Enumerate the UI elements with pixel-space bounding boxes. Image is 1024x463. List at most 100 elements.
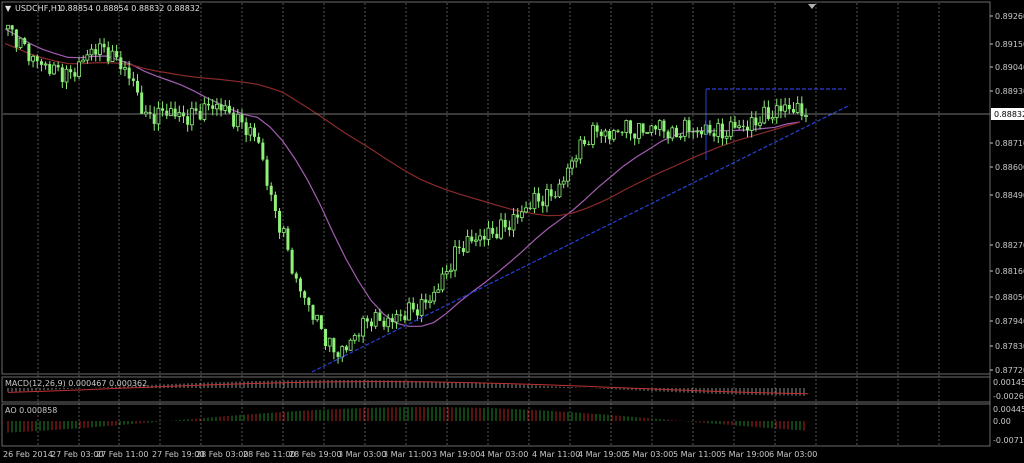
candle-body <box>561 180 566 185</box>
time-tick-label: 3 Mar 11:00 <box>383 450 431 459</box>
chart: 0.89260 0.89150 0.89040 0.88930 0.88710 0.886… <box>1 1 1024 459</box>
candle-body <box>27 44 31 62</box>
candle-body <box>361 317 366 337</box>
candle-body <box>253 127 257 137</box>
candle-body <box>69 69 73 73</box>
candle-body <box>177 112 182 117</box>
candle-body <box>257 136 261 143</box>
candle-body <box>670 127 675 139</box>
candle-body <box>708 124 712 134</box>
candle-body <box>465 236 470 253</box>
candle-body <box>324 328 328 347</box>
candle-body <box>700 130 704 135</box>
candle-body <box>365 318 369 322</box>
macd-panel-frame <box>1 376 991 403</box>
time-tick-label: 4 Mar 11:00 <box>532 450 580 459</box>
candle-body <box>307 297 311 306</box>
candle-body <box>10 25 14 30</box>
candle-body <box>194 108 198 111</box>
price-tick-label: 0.87830 <box>995 342 1024 351</box>
time-tick-label: 4 Mar 19:00 <box>578 450 626 459</box>
candle-body <box>14 29 18 48</box>
candle-body <box>6 24 10 30</box>
candle-body <box>728 121 733 137</box>
shift-marker-icon[interactable] <box>808 4 816 9</box>
candle-body <box>524 207 528 213</box>
candle-body <box>486 227 491 240</box>
candle-body <box>369 321 373 327</box>
candle-body <box>624 120 629 133</box>
candle-body <box>382 320 386 327</box>
candle-body <box>399 314 403 316</box>
candle-body <box>39 61 43 65</box>
candle-body <box>386 317 391 328</box>
candle-body <box>603 130 608 137</box>
candle-body <box>779 105 783 112</box>
candle-body <box>666 131 670 139</box>
candle-body <box>532 192 537 210</box>
price-tick-label: 0.88710 <box>995 139 1024 148</box>
candle-body <box>136 80 140 93</box>
candle-body <box>169 108 173 117</box>
candle-body <box>762 106 767 124</box>
candle-body <box>682 119 687 137</box>
candle-body <box>616 130 620 133</box>
candle-body <box>165 110 169 116</box>
price-tick-label: 0.88930 <box>995 87 1024 96</box>
candle-body <box>436 289 441 293</box>
candle-body <box>774 105 779 118</box>
candle-body <box>52 64 56 75</box>
candle-body <box>495 233 499 239</box>
candle-body <box>507 227 511 230</box>
candle-body <box>649 125 654 133</box>
candle-body <box>470 236 474 242</box>
chart-header-arrow-icon[interactable]: ▼ <box>5 4 12 13</box>
candle-body <box>281 228 286 233</box>
main-panel-frame <box>1 1 991 375</box>
candle-body <box>35 56 39 62</box>
candle-body <box>152 113 156 124</box>
candle-body <box>273 194 277 211</box>
candle-body <box>674 127 678 138</box>
candle-body <box>207 103 211 106</box>
candle-body <box>724 135 729 139</box>
candle-body <box>344 346 348 351</box>
candle-body <box>131 78 135 81</box>
candle-body <box>565 167 570 182</box>
candle-body <box>340 346 345 358</box>
candle-body <box>791 109 795 113</box>
ma-fast-line <box>4 28 801 327</box>
price-tick-label: 0.88160 <box>995 267 1024 276</box>
candle-body <box>595 125 599 132</box>
time-tick-label: 4 Mar 03:00 <box>480 450 528 459</box>
candle-body <box>269 185 273 195</box>
candle-body <box>123 67 127 70</box>
candle-body <box>98 43 102 55</box>
candle-body <box>73 72 77 77</box>
candle-body <box>519 211 524 218</box>
candle-body <box>240 114 244 123</box>
candle-body <box>31 55 35 62</box>
symbol-label: USDCHF,H1 <box>15 4 62 13</box>
candle-body <box>189 108 194 126</box>
candle-body <box>89 48 94 56</box>
price-tick-label: 0.89260 <box>995 12 1024 21</box>
candle-body <box>720 123 724 139</box>
candle-body <box>219 104 223 111</box>
macd-label: MACD(12,26,9) 0.000467 0.000362 <box>5 379 147 388</box>
candle-body <box>198 110 202 120</box>
candle-body <box>348 339 353 351</box>
time-tick-label: 28 Feb 11:00 <box>243 450 295 459</box>
candle-body <box>411 302 415 310</box>
candle-body <box>545 188 549 207</box>
candle-body <box>795 102 800 113</box>
candle-body <box>448 269 453 272</box>
candle-body <box>298 278 302 292</box>
candle-body <box>758 122 762 126</box>
candle-body <box>633 133 637 139</box>
candle-body <box>741 125 745 127</box>
candle-body <box>119 57 123 70</box>
candle-body <box>390 318 394 323</box>
candle-body <box>424 299 428 303</box>
candle-body <box>319 315 323 329</box>
